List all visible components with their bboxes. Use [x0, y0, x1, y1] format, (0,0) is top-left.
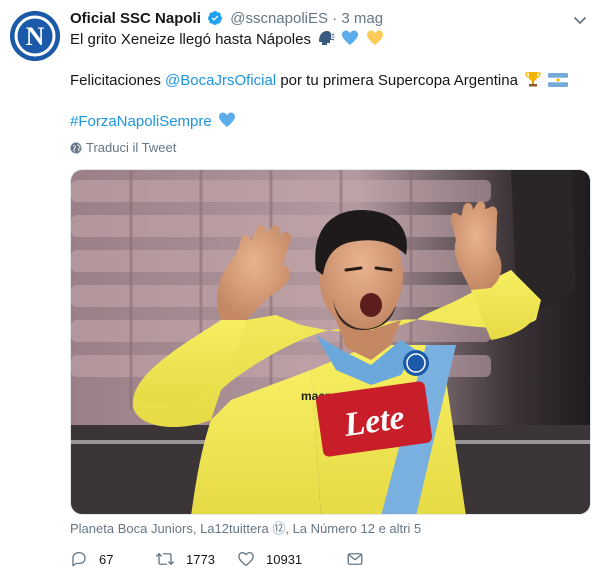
- retweet-count: 1773: [186, 552, 215, 567]
- avatar[interactable]: N: [10, 11, 60, 61]
- chevron-down-icon: [574, 17, 586, 24]
- heart-icon: [238, 551, 254, 567]
- tweet-text: por tu primera Supercopa Argentina: [280, 72, 518, 89]
- tweet-media-photo[interactable]: macron Lete: [70, 169, 591, 515]
- player-photo: macron Lete: [71, 170, 590, 514]
- tweet-text-line-2: Felicitaciones @BocaJrsOficial por tu pr…: [70, 70, 569, 94]
- tweet-text-line-1: El grito Xeneize llegó hasta Nápoles: [70, 29, 384, 53]
- retweet-button[interactable]: 1773: [155, 548, 215, 572]
- reply-button[interactable]: 67: [70, 548, 113, 572]
- napoli-logo-icon: N: [10, 11, 60, 61]
- user-handle[interactable]: @sscnapoliES: [230, 10, 328, 27]
- share-icon: [347, 553, 363, 565]
- hashtag-link[interactable]: #ForzaNapoliSempre: [70, 113, 212, 130]
- blue-heart-emoji-icon: [341, 29, 359, 53]
- share-button[interactable]: [346, 548, 364, 572]
- separator-dot: ·: [332, 10, 338, 27]
- globe-icon: [70, 142, 82, 154]
- tweet-text: Felicitaciones: [70, 72, 161, 89]
- yellow-heart-emoji-icon: [366, 29, 384, 53]
- tweet-text: El grito Xeneize llegó hasta Nápoles: [70, 31, 311, 48]
- tagged-users-text: Planeta Boca Juniors, La12tuittera ⑫, La…: [70, 521, 422, 536]
- retweet-icon: [156, 553, 174, 565]
- like-button[interactable]: 10931: [237, 548, 302, 572]
- tweet-text-line-3: #ForzaNapoliSempre: [70, 111, 236, 135]
- tagged-users[interactable]: Planeta Boca Juniors, La12tuittera ⑫, La…: [70, 521, 421, 537]
- translate-tweet-link[interactable]: Traduci il Tweet: [70, 140, 176, 156]
- display-name[interactable]: Oficial SSC Napoli: [70, 10, 201, 27]
- speaking-head-emoji-icon: [317, 29, 335, 53]
- svg-text:N: N: [26, 22, 45, 51]
- translate-label: Traduci il Tweet: [86, 140, 177, 155]
- argentina-flag-emoji-icon: [548, 72, 569, 94]
- reply-count: 67: [99, 552, 114, 567]
- tweet-menu-button[interactable]: [572, 12, 588, 28]
- tweet-timestamp[interactable]: 3 mag: [341, 10, 383, 27]
- tweet-header: Oficial SSC Napoli @sscnapoliES · 3 mag: [70, 9, 600, 29]
- reply-icon: [72, 551, 86, 567]
- trophy-emoji-icon: [524, 70, 542, 94]
- like-count: 10931: [266, 552, 303, 567]
- blue-heart-emoji-icon: [218, 111, 236, 135]
- mention-link[interactable]: @BocaJrsOficial: [165, 72, 276, 89]
